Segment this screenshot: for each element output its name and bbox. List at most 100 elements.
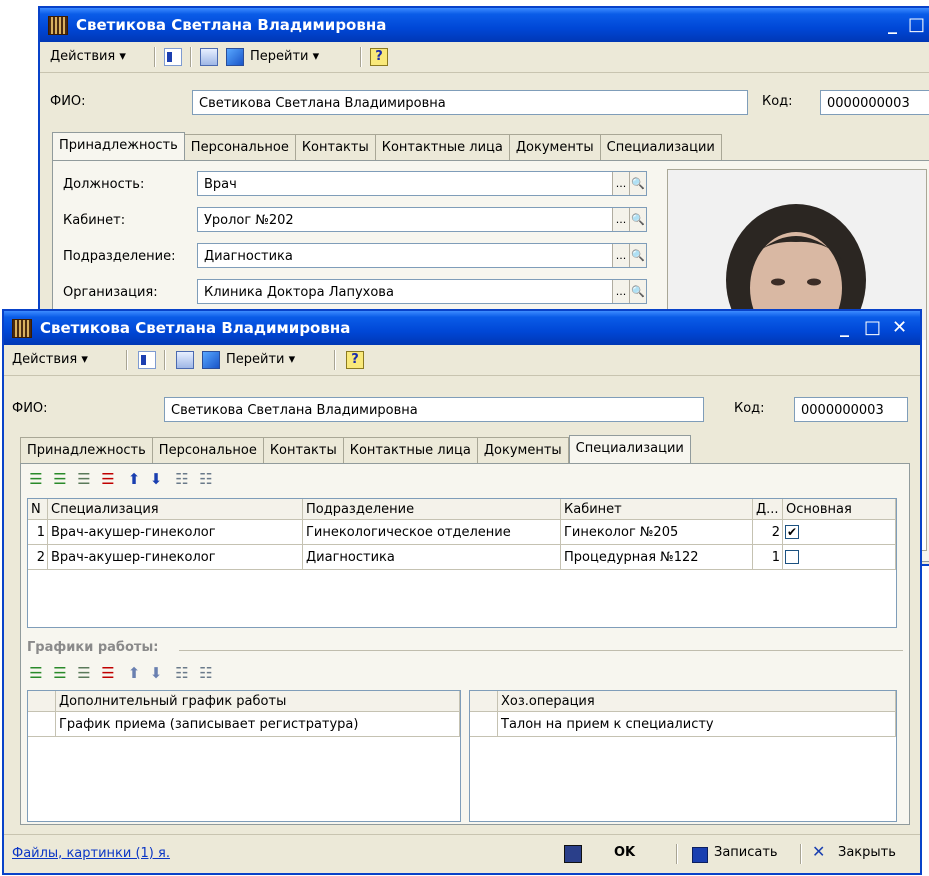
minimize-icon[interactable]: _ <box>840 311 849 345</box>
edit-row-icon[interactable]: ☰ <box>75 470 93 488</box>
goto-icon[interactable] <box>202 351 220 369</box>
tab-specializations[interactable]: Специализации <box>600 134 722 160</box>
close-x-icon[interactable]: ✕ <box>812 842 825 861</box>
col-main[interactable]: Основная <box>783 499 896 520</box>
cell-d[interactable]: 1 <box>753 545 783 570</box>
maximize-icon[interactable]: □ <box>864 311 881 345</box>
back-arrow-icon[interactable] <box>164 48 182 66</box>
goto-icon[interactable] <box>226 48 244 66</box>
sort-desc-icon[interactable]: ☷ <box>197 664 215 682</box>
save-button[interactable]: Записать <box>714 845 778 860</box>
cabinet-field[interactable]: Уролог №202... 🔍 <box>197 207 647 232</box>
cell-main[interactable]: ✔ <box>783 520 896 545</box>
maximize-icon[interactable]: □ <box>908 8 925 42</box>
select-button-icon[interactable]: ... <box>612 280 629 303</box>
tab-documents[interactable]: Документы <box>477 437 569 463</box>
minimize-icon[interactable]: _ <box>888 8 897 42</box>
sort-asc-icon[interactable]: ☷ <box>173 470 191 488</box>
tab-documents[interactable]: Документы <box>509 134 601 160</box>
goto-menu[interactable]: Перейти ▾ <box>226 349 295 371</box>
cell-d[interactable]: 2 <box>753 520 783 545</box>
col-additional-schedule[interactable]: Дополнительный график работы <box>56 691 460 712</box>
cell-department[interactable]: Диагностика <box>303 545 561 570</box>
back-title-bar[interactable]: Светикова Светлана Владимировна _ □ <box>40 8 929 42</box>
tab-contacts[interactable]: Контакты <box>263 437 344 463</box>
files-link[interactable]: Файлы, картинки (1) я. <box>12 846 170 861</box>
close-icon[interactable]: ✕ <box>892 311 907 345</box>
tab-contact-persons[interactable]: Контактные лица <box>375 134 510 160</box>
back-arrow-icon[interactable] <box>138 351 156 369</box>
help-icon[interactable]: ? <box>370 48 388 66</box>
add-row-icon[interactable]: ☰ <box>27 470 45 488</box>
cell-department[interactable]: Гинекологическое отделение <box>303 520 561 545</box>
help-icon[interactable]: ? <box>346 351 364 369</box>
tab-contact-persons[interactable]: Контактные лица <box>343 437 478 463</box>
move-down-icon[interactable]: ⬇ <box>147 470 165 488</box>
col-specialization[interactable]: Специализация <box>48 499 303 520</box>
goto-menu[interactable]: Перейти ▾ <box>250 46 319 68</box>
row-marker <box>28 712 56 737</box>
sort-desc-icon[interactable]: ☷ <box>197 470 215 488</box>
select-button-icon[interactable]: ... <box>612 172 629 195</box>
cell-specialization[interactable]: Врач-акушер-гинеколог <box>48 545 303 570</box>
open-lookup-icon[interactable]: 🔍 <box>629 172 646 195</box>
form-icon[interactable] <box>200 48 218 66</box>
sort-asc-icon[interactable]: ☷ <box>173 664 191 682</box>
select-button-icon[interactable]: ... <box>612 208 629 231</box>
actions-menu[interactable]: Действия ▾ <box>12 349 88 371</box>
code-field[interactable]: 0000000003 <box>794 397 908 422</box>
main-checkbox-unchecked[interactable] <box>785 550 799 564</box>
fio-field[interactable]: Светикова Светлана Владимировна <box>164 397 704 422</box>
close-button[interactable]: Закрыть <box>838 845 896 860</box>
select-button-icon[interactable]: ... <box>612 244 629 267</box>
move-down-icon[interactable]: ⬇ <box>147 664 165 682</box>
move-up-icon[interactable]: ⬆ <box>125 664 143 682</box>
tab-contacts[interactable]: Контакты <box>295 134 376 160</box>
cell-specialization[interactable]: Врач-акушер-гинеколог <box>48 520 303 545</box>
form-icon[interactable] <box>176 351 194 369</box>
open-lookup-icon[interactable]: 🔍 <box>629 244 646 267</box>
move-up-icon[interactable]: ⬆ <box>125 470 143 488</box>
operation-table: Хоз.операция Талон на прием к специалист… <box>469 690 897 822</box>
tab-specializations[interactable]: Специализации <box>568 435 691 463</box>
open-lookup-icon[interactable]: 🔍 <box>629 208 646 231</box>
cell-schedule[interactable]: График приема (записывает регистратура) <box>56 712 460 737</box>
add-row-icon[interactable]: ☰ <box>27 664 45 682</box>
tab-personal[interactable]: Персональное <box>184 134 296 160</box>
col-cabinet[interactable]: Кабинет <box>561 499 753 520</box>
cell-main[interactable] <box>783 545 896 570</box>
organization-field[interactable]: Клиника Доктора Лапухова... 🔍 <box>197 279 647 304</box>
col-department[interactable]: Подразделение <box>303 499 561 520</box>
tab-affiliation[interactable]: Принадлежность <box>52 132 185 160</box>
fio-field[interactable]: Светикова Светлана Владимировна <box>192 90 748 115</box>
tab-affiliation[interactable]: Принадлежность <box>20 437 153 463</box>
delete-row-icon[interactable]: ☰ <box>99 470 117 488</box>
copy-row-icon[interactable]: ☰ <box>51 664 69 682</box>
cell-operation[interactable]: Талон на прием к специалисту <box>498 712 896 737</box>
col-n[interactable]: N <box>28 499 48 520</box>
ok-button[interactable]: OK <box>614 845 635 860</box>
position-field[interactable]: Врач... 🔍 <box>197 171 647 196</box>
front-title-bar[interactable]: Светикова Светлана Владимировна _ □ ✕ <box>4 311 920 345</box>
col-operation[interactable]: Хоз.операция <box>498 691 896 712</box>
group-divider <box>179 650 903 651</box>
save-close-icon[interactable] <box>564 845 582 863</box>
copy-row-icon[interactable]: ☰ <box>51 470 69 488</box>
code-field[interactable]: 0000000003 <box>820 90 929 115</box>
main-checkbox-checked[interactable]: ✔ <box>785 525 799 539</box>
delete-row-icon[interactable]: ☰ <box>99 664 117 682</box>
col-d[interactable]: Д... <box>753 499 783 520</box>
schedule-table: Дополнительный график работы График прие… <box>27 690 461 822</box>
app-icon <box>48 16 68 35</box>
actions-menu[interactable]: Действия ▾ <box>50 46 126 68</box>
floppy-icon[interactable] <box>692 847 708 863</box>
tab-personal[interactable]: Персональное <box>152 437 264 463</box>
cell-cabinet[interactable]: Процедурная №122 <box>561 545 753 570</box>
open-lookup-icon[interactable]: 🔍 <box>629 280 646 303</box>
position-label: Должность: <box>63 177 145 192</box>
cell-cabinet[interactable]: Гинеколог №205 <box>561 520 753 545</box>
front-tabs: Принадлежность Персональное Контакты Кон… <box>20 435 691 463</box>
organization-label: Организация: <box>63 285 158 300</box>
department-field[interactable]: Диагностика... 🔍 <box>197 243 647 268</box>
edit-row-icon[interactable]: ☰ <box>75 664 93 682</box>
